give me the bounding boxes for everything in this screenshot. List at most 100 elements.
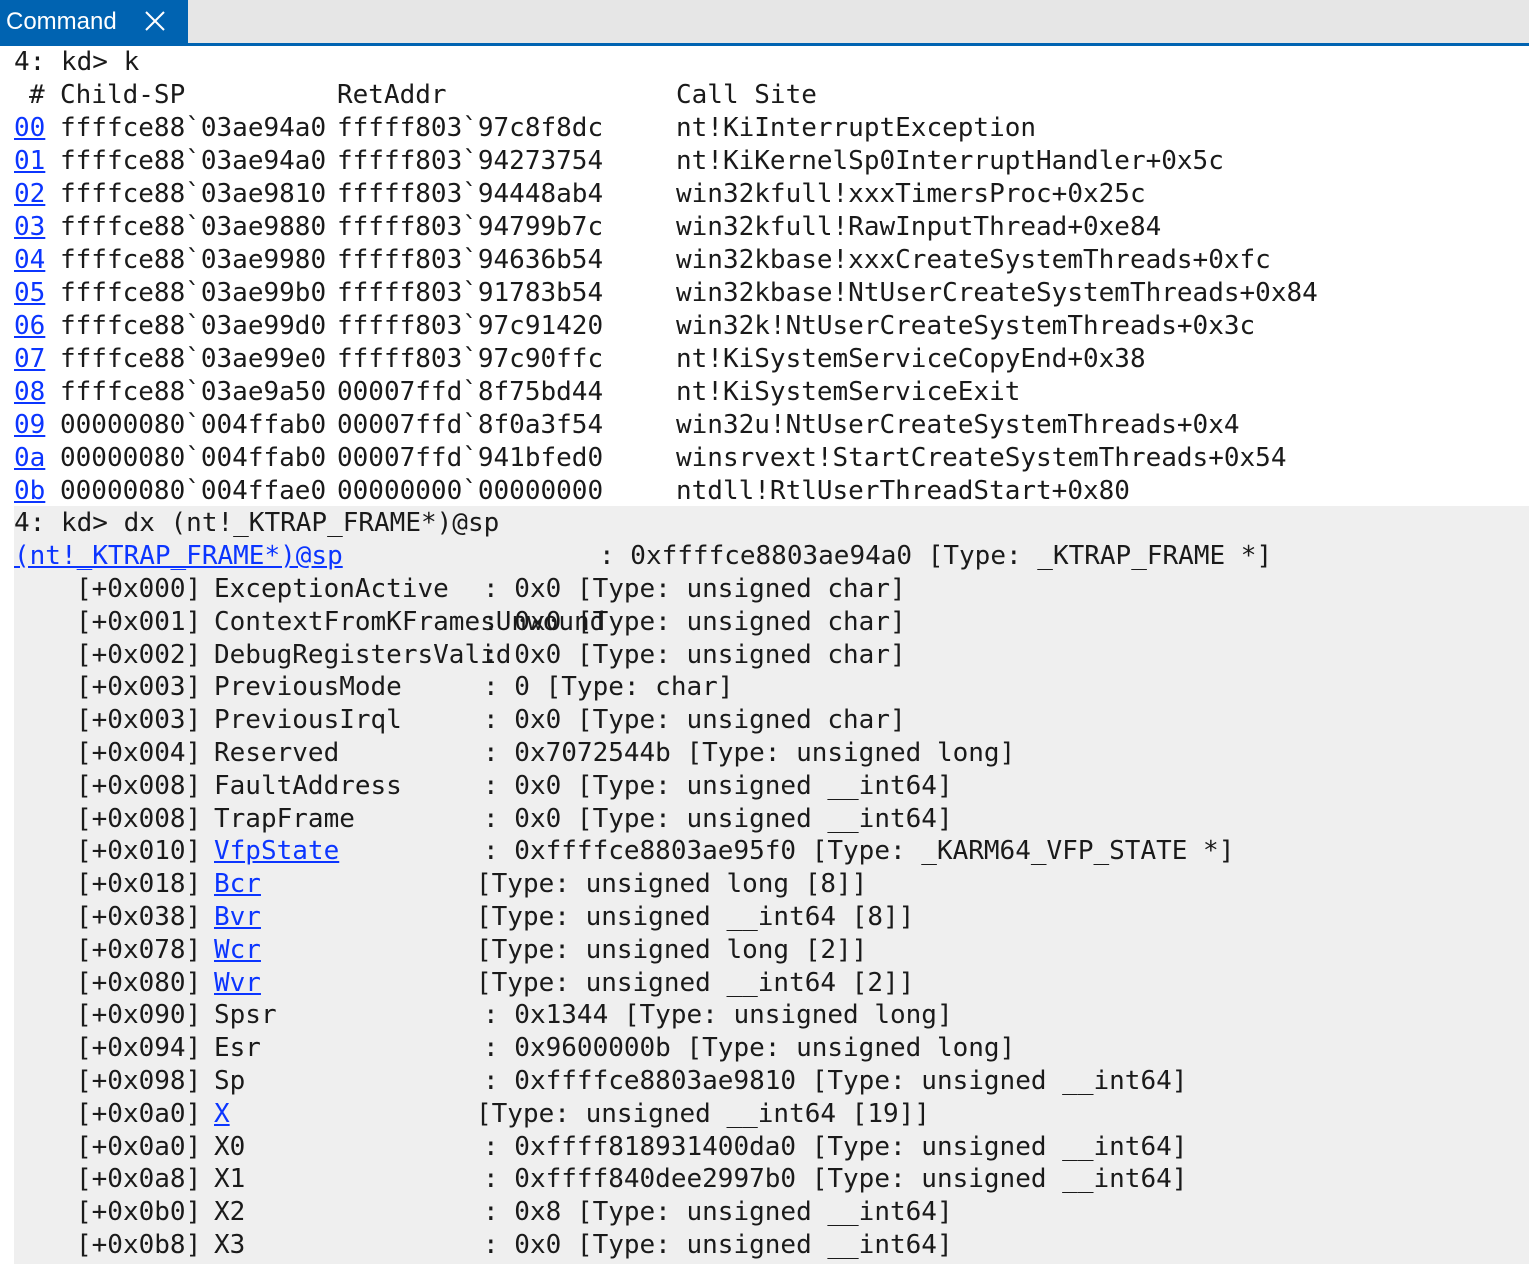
dx-field-offset: [+0x008]: [76, 770, 202, 801]
frame-number-link[interactable]: 02: [14, 178, 45, 211]
frame-number-link[interactable]: 0a: [14, 442, 45, 475]
frame-child-sp: ffffce88`03ae99d0: [60, 311, 327, 341]
frame-number-link[interactable]: 06: [14, 310, 45, 343]
frame-number-link[interactable]: 07: [14, 343, 45, 376]
dx-field-value: : 0x0 [Type: unsigned __int64]: [483, 770, 953, 801]
dx-field-name: X0: [214, 1131, 246, 1162]
frame-number-link[interactable]: 09: [14, 409, 45, 442]
frame-call-site: win32kbase!NtUserCreateSystemThreads+0x8…: [676, 278, 1318, 308]
frame-retaddr: fffff803`94799b7c: [337, 212, 604, 242]
frame-retaddr: fffff803`94273754: [337, 146, 604, 176]
dx-field-value: : 0x0 [Type: unsigned char]: [483, 639, 906, 670]
dx-field-value: : 0x9600000b [Type: unsigned long]: [483, 1033, 1016, 1064]
dx-field-value: [Type: unsigned long [8]]: [476, 869, 868, 900]
dx-field-value: : 0x8 [Type: unsigned __int64]: [483, 1197, 953, 1228]
frame-number-link[interactable]: 05: [14, 277, 45, 310]
frame-retaddr: fffff803`97c90ffc: [337, 344, 604, 374]
dx-field-name: Sp: [214, 1066, 246, 1096]
dx-field-value: : 0x0 [Type: unsigned char]: [483, 606, 906, 637]
frame-number-link[interactable]: 03: [14, 211, 45, 244]
dx-root-link[interactable]: (nt!_KTRAP_FRAME*)@sp: [14, 540, 343, 573]
dx-field-name: X1: [214, 1164, 246, 1195]
dx-field-link[interactable]: VfpState: [214, 835, 339, 868]
dx-field-name: Esr: [214, 1033, 261, 1064]
tab-command[interactable]: Command: [0, 0, 188, 44]
dx-field-value: : 0x0 [Type: unsigned __int64]: [483, 1230, 953, 1260]
frame-child-sp: ffffce88`03ae9a50: [60, 377, 327, 407]
frame-child-sp: 00000080`004ffab0: [60, 410, 327, 440]
dx-field-name: Reserved: [214, 738, 340, 768]
dx-field-link[interactable]: Bcr: [214, 868, 261, 901]
dx-field-offset: [+0x010]: [76, 836, 202, 867]
frame-retaddr: fffff803`94636b54: [337, 245, 604, 275]
frame-call-site: win32u!NtUserCreateSystemThreads+0x4: [676, 410, 1240, 440]
dx-field-offset: [+0x001]: [76, 606, 202, 637]
frame-number-link[interactable]: 04: [14, 244, 45, 277]
frame-retaddr: fffff803`94448ab4: [337, 179, 604, 209]
frame-number-link[interactable]: 0b: [14, 475, 45, 508]
dx-field-value: [Type: unsigned __int64 [8]]: [476, 902, 915, 932]
dx-field-link[interactable]: Bvr: [214, 901, 261, 934]
dx-field-offset: [+0x090]: [76, 1000, 202, 1031]
dx-field-value: [Type: unsigned long [2]]: [476, 934, 868, 965]
dx-field-value: : 0xffffce8803ae9810 [Type: unsigned __i…: [483, 1066, 1188, 1096]
dx-field-link[interactable]: X: [214, 1098, 230, 1131]
frame-retaddr: 00007ffd`8f0a3f54: [337, 410, 604, 440]
dx-field-name: DebugRegistersValid: [214, 639, 512, 670]
dx-field-value: : 0xffff818931400da0 [Type: unsigned __i…: [483, 1131, 1188, 1162]
frame-call-site: nt!KiSystemServiceCopyEnd+0x38: [676, 344, 1146, 374]
dx-field-offset: [+0x078]: [76, 934, 202, 965]
close-icon[interactable]: [140, 8, 168, 36]
header-retaddr: RetAddr: [337, 80, 447, 110]
frame-call-site: ntdll!RtlUserThreadStart+0x80: [676, 476, 1130, 506]
dx-field-link[interactable]: Wcr: [214, 934, 261, 967]
frame-child-sp: ffffce88`03ae9880: [60, 212, 327, 242]
tab-command-label: Command: [6, 8, 117, 35]
frame-number-link[interactable]: 08: [14, 376, 45, 409]
frame-child-sp: ffffce88`03ae9980: [60, 245, 327, 275]
dx-root-value: : 0xffffce8803ae94a0 [Type: _KTRAP_FRAME…: [599, 541, 1273, 571]
frame-number-link[interactable]: 00: [14, 112, 45, 145]
dx-field-offset: [+0x038]: [76, 902, 202, 932]
dx-field-name: X2: [214, 1197, 246, 1228]
dx-field-value: : 0x1344 [Type: unsigned long]: [483, 1000, 953, 1031]
frame-call-site: nt!KiSystemServiceExit: [676, 377, 1021, 407]
dx-field-offset: [+0x094]: [76, 1033, 202, 1064]
dx-field-name: TrapFrame: [214, 803, 355, 834]
frame-retaddr: 00007ffd`941bfed0: [337, 443, 604, 473]
frame-retaddr: 00007ffd`8f75bd44: [337, 377, 604, 407]
dx-field-offset: [+0x080]: [76, 967, 202, 998]
frame-call-site: winsrvext!StartCreateSystemThreads+0x54: [676, 443, 1287, 473]
command-output[interactable]: 4: kd> k # Child-SP RetAddr Call Site 00…: [0, 46, 1529, 1264]
dx-field-offset: [+0x003]: [76, 672, 202, 703]
frame-child-sp: ffffce88`03ae94a0: [60, 146, 327, 176]
frame-call-site: win32kfull!RawInputThread+0xe84: [676, 212, 1162, 242]
frame-call-site: win32k!NtUserCreateSystemThreads+0x3c: [676, 311, 1256, 341]
header-child-sp: Child-SP: [60, 80, 186, 110]
dx-field-value: : 0x7072544b [Type: unsigned long]: [483, 738, 1016, 768]
command-line-k: 4: kd> k: [14, 47, 140, 77]
dx-field-offset: [+0x008]: [76, 803, 202, 834]
dx-field-name: PreviousIrql: [214, 705, 402, 736]
frame-retaddr: fffff803`97c91420: [337, 311, 604, 341]
frame-number-link[interactable]: 01: [14, 145, 45, 178]
dx-field-value: : 0x0 [Type: unsigned char]: [483, 574, 906, 604]
dx-field-value: [Type: unsigned __int64 [2]]: [476, 967, 915, 998]
dx-field-offset: [+0x0b8]: [76, 1230, 202, 1260]
dx-field-value: : 0xffff840dee2997b0 [Type: unsigned __i…: [483, 1164, 1188, 1195]
dx-field-value: : 0 [Type: char]: [483, 672, 734, 703]
dx-field-value: : 0x0 [Type: unsigned __int64]: [483, 803, 953, 834]
dx-root-row: (nt!_KTRAP_FRAME*)@sp : 0xffffce8803ae94…: [14, 540, 1272, 573]
frame-call-site: win32kfull!xxxTimersProc+0x25c: [676, 179, 1146, 209]
stack-header: # Child-SP RetAddr Call Site: [14, 79, 817, 112]
dx-field-offset: [+0x004]: [76, 738, 202, 768]
frame-child-sp: ffffce88`03ae99b0: [60, 278, 327, 308]
dx-field-name: Spsr: [214, 1000, 277, 1031]
dx-field-name: X3: [214, 1230, 246, 1260]
frame-child-sp: 00000080`004ffae0: [60, 476, 327, 506]
dx-field-name: ExceptionActive: [214, 574, 449, 604]
dx-field-link[interactable]: Wvr: [214, 967, 261, 1000]
dx-field-offset: [+0x098]: [76, 1066, 202, 1096]
dx-field-offset: [+0x0b0]: [76, 1197, 202, 1228]
dx-field-offset: [+0x0a0]: [76, 1098, 202, 1129]
